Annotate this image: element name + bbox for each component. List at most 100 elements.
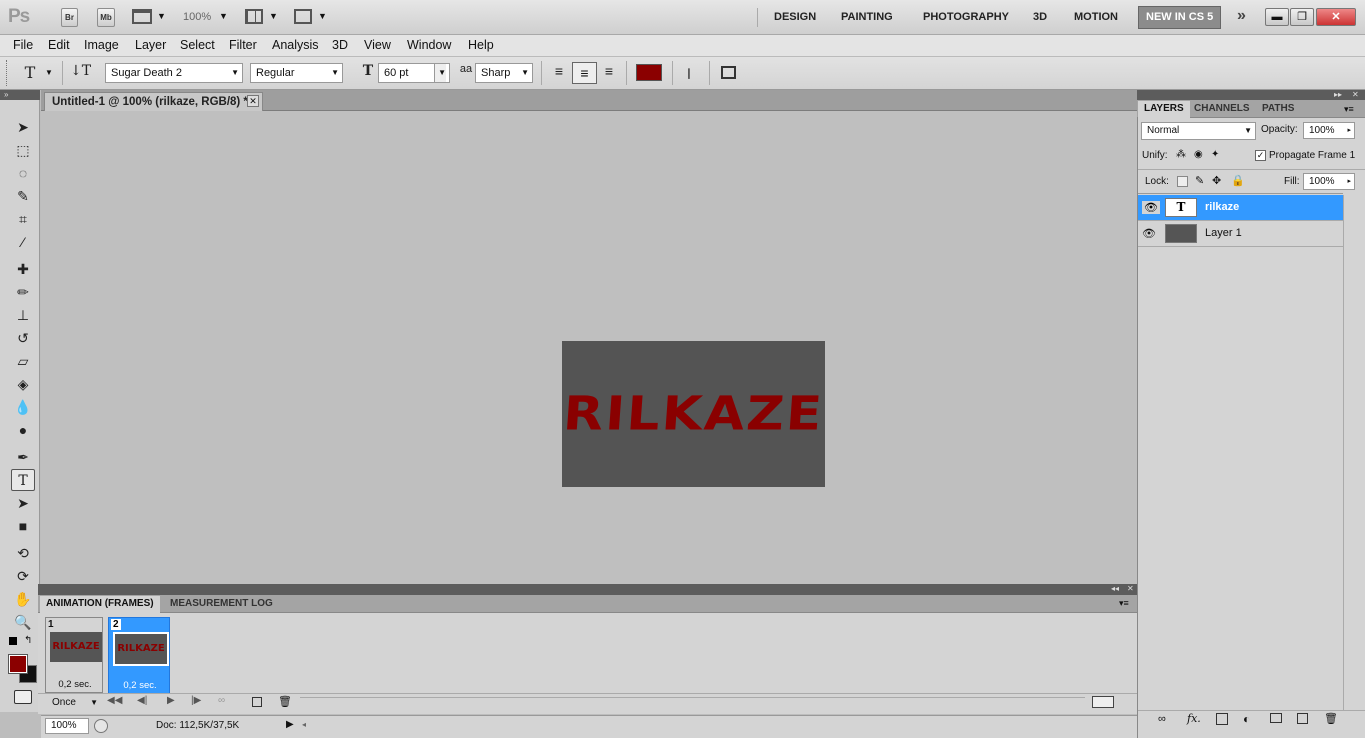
workspace-design[interactable]: DESIGN	[774, 11, 816, 23]
crop-tool-icon[interactable]: ⌗	[11, 208, 35, 230]
zoom-icon[interactable]	[94, 719, 108, 733]
layer-name[interactable]: Layer 1	[1205, 227, 1242, 239]
menu-help[interactable]: Help	[468, 38, 494, 52]
eye-icon[interactable]: 👁	[1142, 201, 1160, 214]
canvas-text-layer[interactable]: RILKAZE	[557, 348, 829, 479]
first-frame-icon[interactable]: ◀◀	[107, 695, 122, 706]
lock-all-icon[interactable]: 🔒	[1231, 174, 1245, 187]
font-size-field[interactable]: 60 pt ▼	[378, 63, 450, 83]
view-extras-icon[interactable]	[132, 9, 152, 24]
screen-mode-icon[interactable]	[294, 9, 312, 24]
paint-bucket-tool-icon[interactable]: ◈	[11, 373, 35, 395]
align-left-icon[interactable]: ≡	[549, 63, 569, 79]
fill-field[interactable]: 100% ▸	[1303, 173, 1355, 190]
frame-scrollbar[interactable]	[300, 697, 1085, 707]
frame-delay[interactable]: 0,2 sec.	[46, 679, 104, 690]
collapse-icon[interactable]: ◂◂	[1111, 584, 1119, 593]
link-layers-icon[interactable]: ∞	[1158, 713, 1166, 725]
align-right-icon[interactable]: ≡	[599, 63, 619, 79]
3d-rotate-tool-icon[interactable]: ⟲	[11, 542, 35, 564]
opacity-field[interactable]: 100% ▸	[1303, 122, 1355, 139]
blur-tool-icon[interactable]: 💧	[11, 396, 35, 418]
unify-style-icon[interactable]: ✦	[1211, 149, 1219, 160]
type-tool-preset-icon[interactable]: T	[20, 63, 40, 82]
animation-frame-2[interactable]: 2 RILKAZE 0,2 sec.	[108, 617, 170, 694]
unify-visibility-icon[interactable]: ◉	[1194, 149, 1203, 160]
quick-mask-icon[interactable]	[14, 690, 32, 704]
layer-row-layer-1[interactable]: 👁 Layer 1	[1138, 221, 1343, 247]
restore-icon[interactable]: ❐	[1290, 8, 1314, 26]
fx-icon[interactable]: fx.	[1187, 712, 1201, 725]
default-colors-icon[interactable]	[9, 637, 17, 645]
zoom-tool-icon[interactable]: 🔍	[11, 611, 35, 633]
loop-select[interactable]: Once ▼	[44, 695, 100, 711]
chevron-down-icon[interactable]: ▼	[269, 11, 278, 21]
tab-animation-frames[interactable]: ANIMATION (FRAMES)	[40, 596, 160, 613]
menu-edit[interactable]: Edit	[48, 38, 70, 52]
layer-row-rilkaze[interactable]: 👁 T rilkaze	[1138, 195, 1343, 221]
antialias-select[interactable]: Sharp ▼	[475, 63, 533, 83]
clone-stamp-tool-icon[interactable]: ⊥	[11, 304, 35, 326]
move-tool-icon[interactable]: ➤	[11, 116, 35, 138]
character-panel-icon[interactable]	[721, 66, 736, 79]
previous-frame-icon[interactable]: ◀|	[137, 695, 147, 706]
pen-tool-icon[interactable]: ✒	[11, 446, 35, 468]
convert-timeline-icon[interactable]	[1092, 696, 1114, 708]
toggle-orientation-icon[interactable]: ↓T	[70, 63, 91, 79]
eyedropper-tool-icon[interactable]: ⁄	[11, 231, 35, 253]
warp-text-icon[interactable]: ꞁ	[679, 63, 699, 80]
mini-bridge-button[interactable]: Mb	[97, 8, 115, 27]
add-mask-icon[interactable]	[1216, 713, 1228, 725]
minimize-icon[interactable]: ▬	[1265, 8, 1289, 26]
panel-menu-icon[interactable]: ▾≡	[1344, 104, 1354, 115]
next-frame-icon[interactable]: |▶	[191, 695, 201, 706]
eraser-tool-icon[interactable]: ▱	[11, 350, 35, 372]
lock-transparent-icon[interactable]	[1177, 176, 1188, 187]
menu-filter[interactable]: Filter	[229, 38, 257, 52]
canvas[interactable]: RILKAZE	[561, 341, 826, 487]
status-menu-arrow-icon[interactable]: ▶	[286, 719, 294, 730]
workspace-new-in-cs5[interactable]: NEW IN CS 5	[1138, 6, 1222, 29]
layer-name[interactable]: rilkaze	[1205, 201, 1239, 213]
tab-layers[interactable]: LAYERS	[1138, 101, 1190, 118]
dodge-tool-icon[interactable]: ●	[11, 419, 35, 441]
play-icon[interactable]: ▶	[167, 695, 175, 706]
more-workspaces-icon[interactable]: »	[1237, 7, 1246, 25]
menu-layer[interactable]: Layer	[135, 38, 166, 52]
chevron-down-icon[interactable]: ▼	[219, 11, 228, 21]
path-select-tool-icon[interactable]: ➤	[11, 492, 35, 514]
layers-scrollbar[interactable]	[1343, 195, 1365, 710]
font-style-select[interactable]: Regular ▼	[250, 63, 343, 83]
type-tool-icon[interactable]: T	[11, 469, 35, 491]
new-group-icon[interactable]	[1270, 713, 1282, 723]
tab-measurement-log[interactable]: MEASUREMENT LOG	[164, 596, 279, 613]
rectangle-tool-icon[interactable]: ■	[11, 515, 35, 537]
trash-icon[interactable]: 🗑	[1324, 712, 1338, 725]
trash-icon[interactable]: 🗑	[278, 695, 292, 708]
lock-position-icon[interactable]: ✥	[1212, 174, 1221, 187]
close-icon[interactable]: ✕	[1316, 8, 1356, 26]
font-family-select[interactable]: Sugar Death 2 ▼	[105, 63, 243, 83]
menu-view[interactable]: View	[364, 38, 391, 52]
unify-position-icon[interactable]: ⁂	[1176, 149, 1186, 160]
lasso-tool-icon[interactable]: ◌	[11, 162, 35, 184]
workspace-photography[interactable]: PHOTOGRAPHY	[923, 11, 1009, 23]
new-layer-icon[interactable]	[1297, 713, 1308, 724]
scroll-left-icon[interactable]: ◂	[302, 720, 306, 729]
tween-icon[interactable]: ∞	[218, 695, 225, 706]
workspace-painting[interactable]: PAINTING	[841, 11, 893, 23]
swap-colors-icon[interactable]: ↰	[24, 635, 32, 646]
collapse-icon[interactable]: ▸▸	[1334, 90, 1342, 99]
close-icon[interactable]: ✕	[1127, 584, 1134, 593]
lock-image-icon[interactable]: ✎	[1195, 174, 1204, 187]
menu-analysis[interactable]: Analysis	[272, 38, 319, 52]
close-icon[interactable]: ✕	[247, 95, 259, 107]
tab-channels[interactable]: CHANNELS	[1188, 101, 1256, 118]
menu-3d[interactable]: 3D	[332, 38, 348, 52]
frame-delay[interactable]: 0,2 sec.	[109, 680, 171, 691]
quick-select-tool-icon[interactable]: ✎	[11, 185, 35, 207]
marquee-tool-icon[interactable]: ⬚	[11, 139, 35, 161]
foreground-color-swatch[interactable]	[8, 654, 28, 674]
status-zoom-field[interactable]: 100%	[45, 718, 89, 734]
chevron-down-icon[interactable]: ▼	[45, 68, 53, 77]
